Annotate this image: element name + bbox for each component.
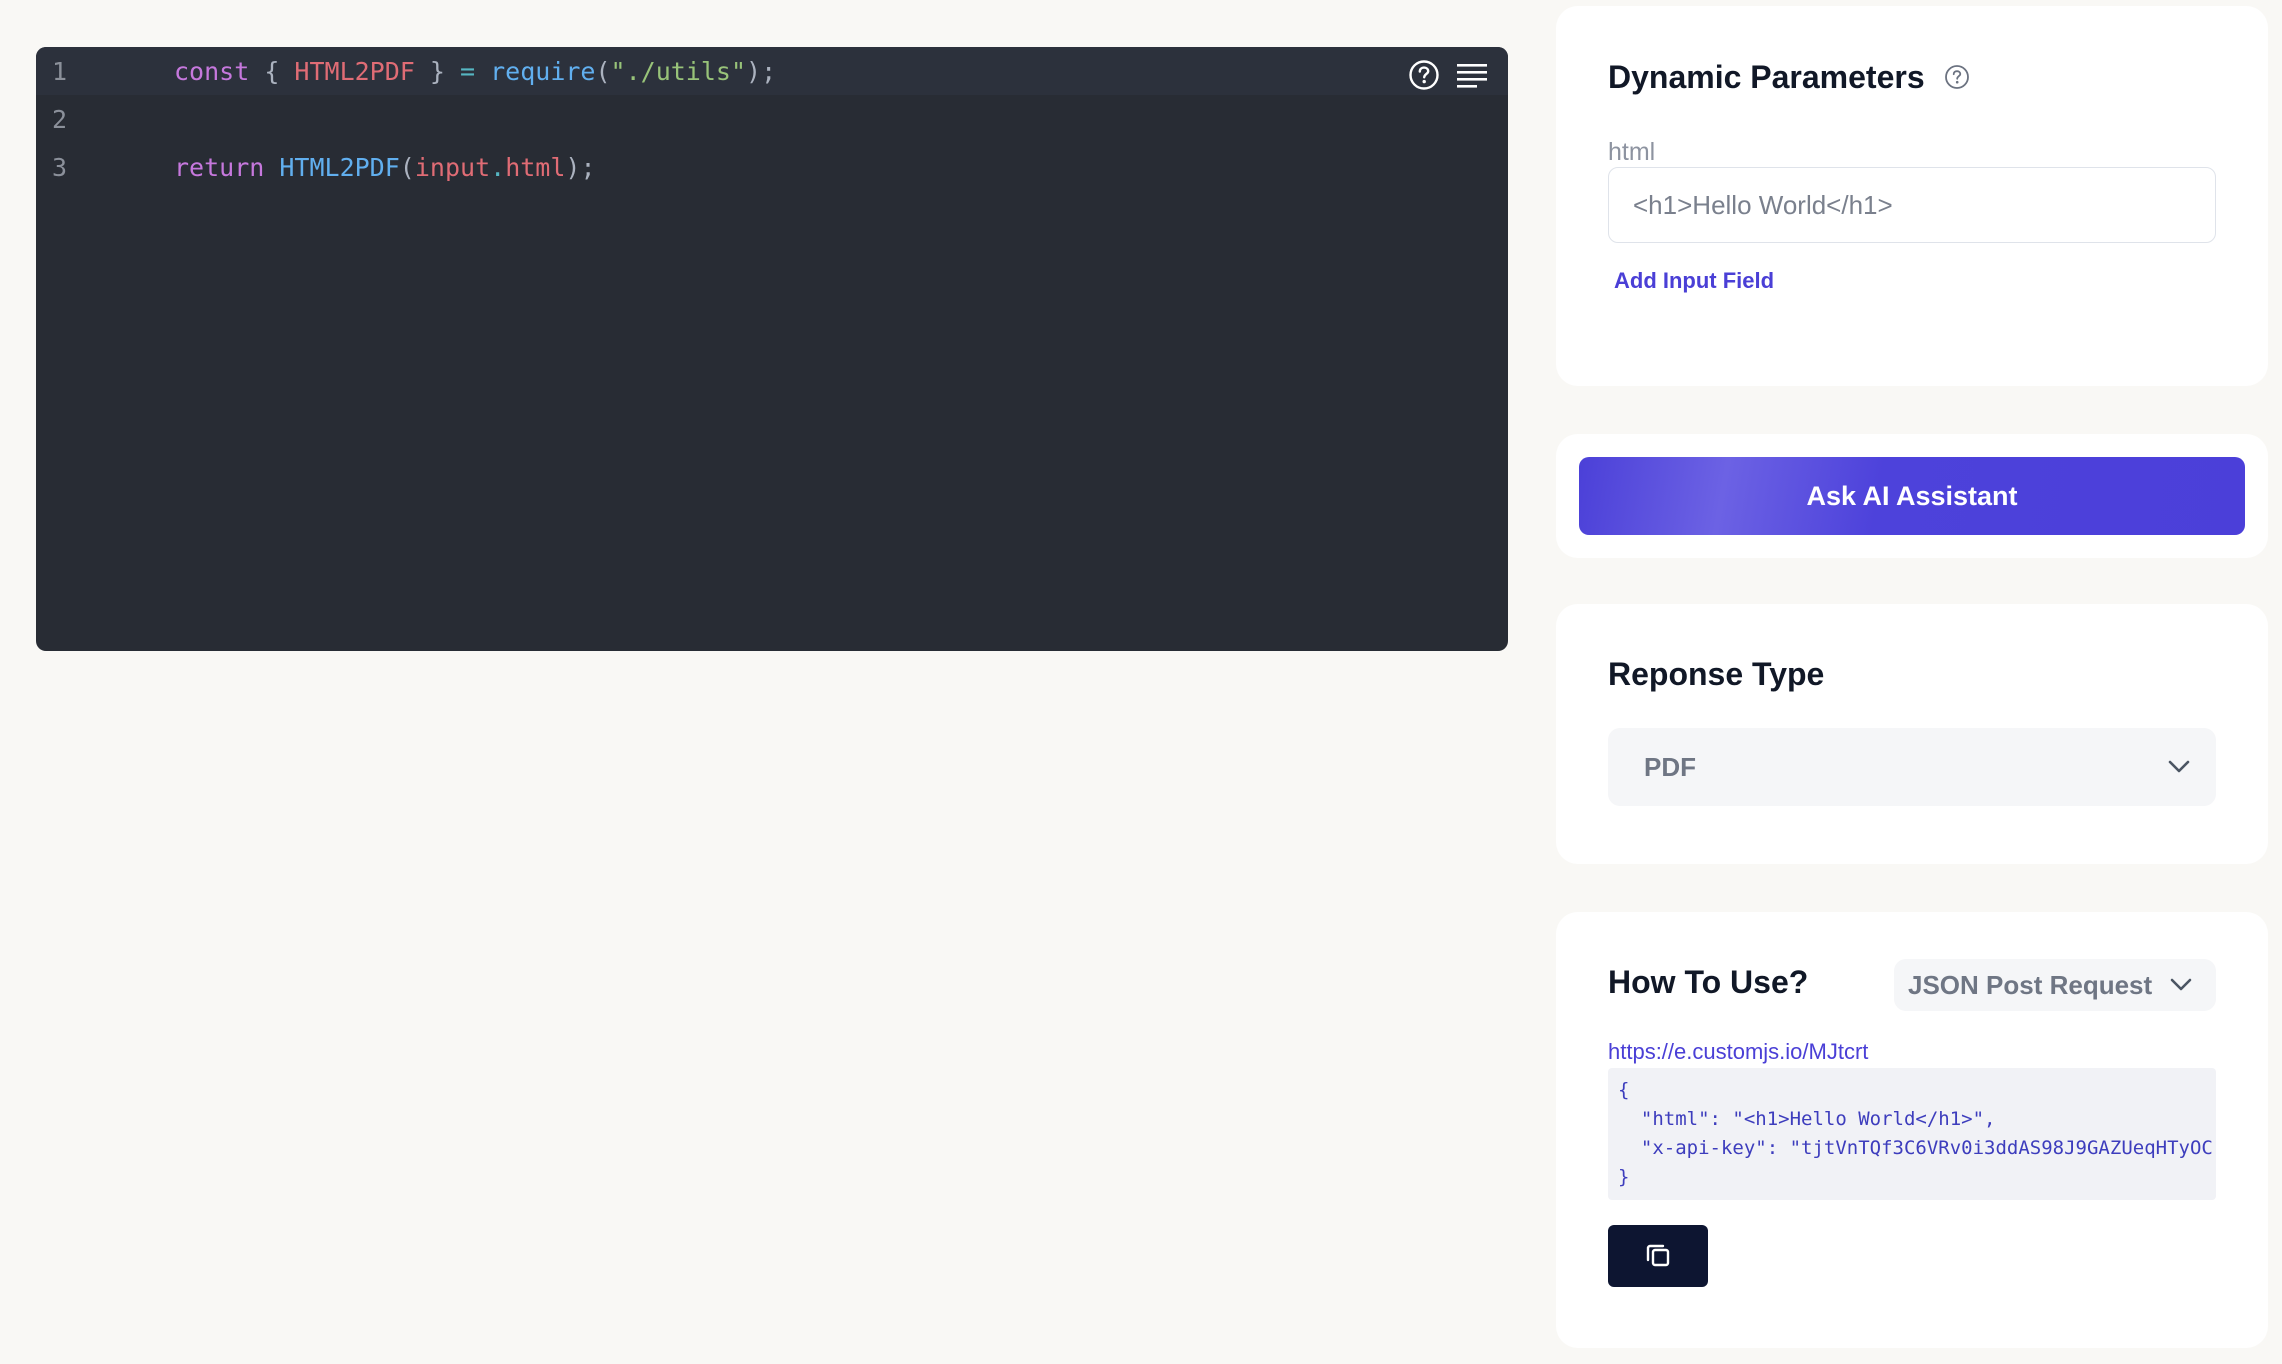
code-token: return — [174, 152, 265, 182]
response-type-select[interactable]: PDF — [1608, 728, 2216, 806]
add-input-field-button[interactable]: Add Input Field — [1614, 268, 1774, 294]
code-line[interactable]: 2 — [36, 95, 1508, 143]
line-number: 2 — [52, 104, 68, 134]
code-token: { — [249, 56, 295, 86]
code-token: ( — [399, 152, 415, 182]
response-type-value: PDF — [1644, 751, 1696, 782]
help-icon[interactable] — [1408, 59, 1440, 91]
help-icon[interactable] — [1944, 61, 1970, 98]
editor-toolbar — [1408, 59, 1488, 91]
response-type-title: Reponse Type — [1608, 656, 1825, 692]
code-line[interactable]: 1 const { HTML2PDF } = require("./utils"… — [36, 47, 1508, 95]
code-token: const — [174, 56, 250, 86]
endpoint-url-link[interactable]: https://e.customjs.io/MJtcrt — [1608, 1039, 1868, 1065]
chevron-down-icon — [2168, 760, 2190, 774]
code-line[interactable]: 3 return HTML2PDF(input.html); — [36, 143, 1508, 191]
copy-icon — [1644, 1241, 1672, 1272]
json-example[interactable]: { "html": "<h1>Hello World</h1>", "x-api… — [1608, 1068, 2216, 1200]
html-input[interactable] — [1608, 167, 2216, 243]
request-type-select[interactable]: JSON Post Request — [1894, 959, 2216, 1011]
json-line: } — [1618, 1166, 1630, 1188]
code-token: = — [460, 56, 476, 86]
html-field-label: html — [1608, 138, 1656, 166]
how-to-use-title: How To Use? — [1608, 964, 1809, 1000]
line-code[interactable]: return HTML2PDF(input.html); — [136, 153, 596, 182]
code-token: "./utils" — [610, 56, 747, 86]
ask-ai-assistant-button[interactable]: Ask AI Assistant — [1579, 457, 2245, 535]
format-icon[interactable] — [1456, 61, 1488, 89]
response-type-card: Reponse Type PDF — [1556, 604, 2268, 864]
copy-button[interactable] — [1608, 1225, 1708, 1287]
json-line: "x-api-key": "tjtVnTQf3C6VRv0i3ddAS98J9G… — [1618, 1137, 2213, 1159]
line-number: 1 — [52, 56, 68, 86]
code-token: ( — [595, 56, 611, 86]
code-token: HTML2PDF — [294, 56, 415, 86]
code-token: html — [505, 152, 566, 182]
json-line: { — [1618, 1079, 1630, 1101]
dynamic-parameters-title: Dynamic Parameters — [1608, 59, 1925, 95]
code-editor[interactable]: 1 const { HTML2PDF } = require("./utils"… — [36, 47, 1508, 651]
code-token: require — [490, 56, 596, 86]
line-number: 3 — [52, 152, 68, 182]
code-token: input — [414, 152, 491, 182]
code-token: } — [414, 56, 460, 86]
line-code[interactable]: const { HTML2PDF } = require("./utils"); — [136, 57, 776, 86]
json-line: "html": "<h1>Hello World</h1>", — [1618, 1108, 1996, 1130]
ai-assistant-card: Ask AI Assistant — [1556, 434, 2268, 558]
code-token: HTML2PDF — [279, 152, 400, 182]
card-title: Dynamic Parameters — [1608, 59, 1970, 98]
how-to-use-card: How To Use? JSON Post Request https://e.… — [1556, 912, 2268, 1348]
code-token: ); — [746, 56, 777, 86]
code-token: . — [490, 152, 506, 182]
chevron-down-icon — [2170, 978, 2192, 992]
dynamic-parameters-card: Dynamic Parameters html Add Input Field — [1556, 6, 2268, 386]
request-type-value: JSON Post Request — [1908, 969, 2153, 1000]
code-token: ); — [565, 152, 596, 182]
